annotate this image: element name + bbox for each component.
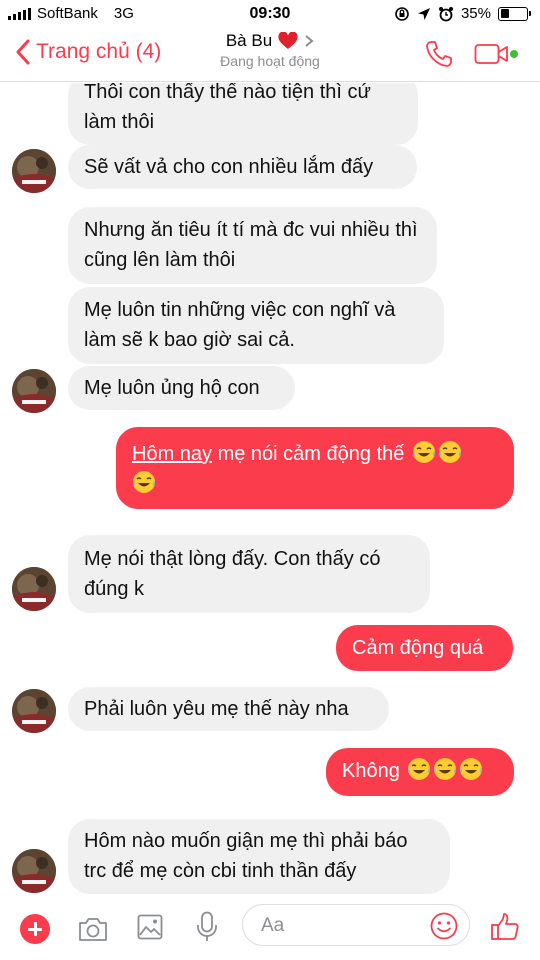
message-input[interactable] <box>261 914 411 938</box>
avatar[interactable] <box>12 567 56 611</box>
contact-info[interactable]: Bà Bu Đang hoạt động <box>170 31 370 69</box>
active-status: Đang hoạt động <box>220 53 320 69</box>
message-outgoing[interactable]: Cảm động quá <box>336 625 513 671</box>
tears-of-joy-emoji <box>412 441 435 463</box>
avatar[interactable] <box>12 149 56 193</box>
message-incoming[interactable]: Nhưng ăn tiêu ít tí mà đc vui nhiều thì … <box>68 207 437 284</box>
avatar[interactable] <box>12 369 56 413</box>
thumbs-up-icon[interactable] <box>490 912 520 942</box>
tears-of-joy-emoji <box>434 758 457 780</box>
rotation-lock-icon <box>395 6 409 21</box>
message-incoming[interactable]: Mẹ luôn tin những việc con nghĩ và làm s… <box>68 287 444 364</box>
message-input-box[interactable] <box>242 904 470 946</box>
smile-icon[interactable] <box>429 911 459 941</box>
heart-icon <box>278 32 298 49</box>
tears-of-joy-emoji <box>438 441 461 463</box>
composer-bar <box>0 898 540 960</box>
location-icon <box>417 7 430 20</box>
message-incoming[interactable]: Thôi con thấy thế nào tiện thì cứ làm th… <box>68 83 418 145</box>
camera-icon[interactable] <box>78 916 108 942</box>
message-incoming[interactable]: Sẽ vất vả cho con nhiều lắm đấy <box>68 145 417 189</box>
back-label: Trang chủ (4) <box>36 40 162 63</box>
battery-icon <box>498 6 531 21</box>
message-outgoing[interactable]: Không <box>326 748 514 796</box>
message-list[interactable]: Thôi con thấy thế nào tiện thì cứ làm th… <box>0 83 540 898</box>
back-chevron-icon <box>16 39 30 65</box>
avatar[interactable] <box>12 689 56 733</box>
status-icons: 35% <box>394 5 531 22</box>
gallery-icon[interactable] <box>137 914 163 940</box>
message-link-text[interactable]: Hôm nay <box>132 443 212 465</box>
message-incoming[interactable]: Hôm nào muốn giận mẹ thì phải báo trc để… <box>68 819 450 894</box>
online-indicator <box>510 50 518 58</box>
alarm-icon <box>438 6 453 21</box>
phone-icon[interactable] <box>424 39 454 69</box>
tears-of-joy-emoji <box>133 471 155 493</box>
mic-icon[interactable] <box>196 911 218 943</box>
chevron-right-icon <box>305 35 314 47</box>
message-outgoing[interactable]: Hôm nay mẹ nói cảm động thế <box>116 427 514 509</box>
plus-icon[interactable] <box>20 914 50 944</box>
avatar[interactable] <box>12 849 56 893</box>
tears-of-joy-emoji <box>408 758 431 780</box>
message-incoming[interactable]: Mẹ nói thật lòng đấy. Con thấy có đúng k <box>68 535 430 613</box>
message-incoming[interactable]: Phải luôn yêu mẹ thế này nha <box>68 687 389 731</box>
back-button[interactable]: Trang chủ (4) <box>14 38 161 66</box>
contact-name: Bà Bu <box>225 31 273 50</box>
battery-percent: 35% <box>460 5 491 22</box>
video-icon[interactable] <box>474 42 510 66</box>
tears-of-joy-emoji <box>460 758 483 780</box>
conversation-header: Trang chủ (4) Bà Bu Đang hoạt động <box>0 28 540 82</box>
status-bar: SoftBank 3G 09:30 35% <box>0 0 540 28</box>
message-incoming[interactable]: Mẹ luôn ủng hộ con <box>68 366 295 410</box>
battery-fill <box>500 9 510 18</box>
